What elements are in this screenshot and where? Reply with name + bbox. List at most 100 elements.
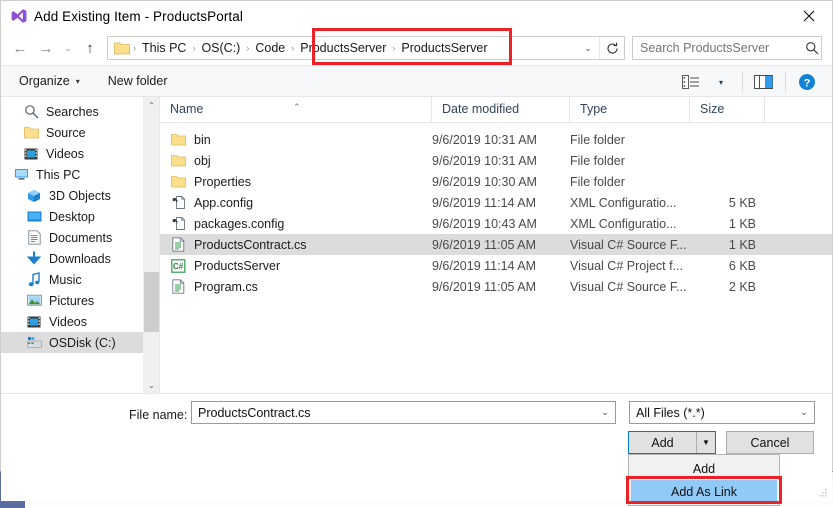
command-bar: Organize ▾ New folder ▾ ? — [1, 65, 832, 97]
table-row[interactable]: App.config 9/6/2019 11:14 AM XML Configu… — [160, 192, 832, 213]
breadcrumb-item-this-pc[interactable]: This PC — [137, 41, 191, 55]
file-name-cell: bin — [160, 132, 432, 148]
table-row[interactable]: obj 9/6/2019 10:31 AM File folder — [160, 150, 832, 171]
column-header-label: Name — [170, 102, 204, 116]
file-name-label: obj — [194, 153, 211, 168]
organize-label: Organize — [19, 74, 70, 88]
sidebar-scrollbar[interactable]: ⌃ ⌄ — [143, 97, 159, 393]
preview-pane-icon[interactable] — [749, 68, 779, 96]
sidebar-item-searches[interactable]: Searches — [1, 101, 143, 122]
file-size-cell: 5 KB — [728, 195, 756, 210]
sidebar-item-music[interactable]: Music — [1, 269, 143, 290]
back-icon[interactable]: ← — [7, 35, 33, 61]
sidebar-item-label: Source — [46, 125, 86, 140]
file-type-cell: File folder — [570, 132, 625, 147]
add-split-button[interactable]: Add ▼ — [628, 431, 716, 454]
file-size-cell: 2 KB — [728, 279, 756, 294]
menu-item-add-as-link[interactable]: Add As Link — [631, 480, 777, 503]
scrollbar-thumb[interactable] — [144, 272, 159, 332]
breadcrumb-item-code[interactable]: Code — [250, 41, 290, 55]
file-date-cell: 9/6/2019 10:43 AM — [432, 216, 537, 231]
file-date-cell: 9/6/2019 10:30 AM — [432, 174, 537, 189]
file-name-label: packages.config — [194, 216, 285, 231]
recent-locations-icon[interactable]: ⌄ — [59, 35, 77, 61]
search-box[interactable] — [632, 36, 822, 60]
table-row[interactable]: packages.config 9/6/2019 10:43 AM XML Co… — [160, 213, 832, 234]
organize-button[interactable]: Organize ▾ — [19, 74, 80, 88]
chevron-down-icon[interactable]: ⌄ — [577, 37, 599, 59]
sidebar-item-downloads[interactable]: Downloads — [1, 248, 143, 269]
file-name-combobox[interactable]: ⌄ — [191, 401, 616, 424]
cs-file-icon — [170, 237, 186, 253]
file-date-cell: 9/6/2019 10:31 AM — [432, 132, 537, 147]
forward-icon[interactable]: → — [33, 35, 59, 61]
table-row[interactable]: C# ProductsServer 9/6/2019 11:14 AM Visu… — [160, 255, 832, 276]
svg-text:C#: C# — [172, 262, 183, 271]
table-row[interactable]: Properties 9/6/2019 10:30 AM File folder — [160, 171, 832, 192]
resize-grip[interactable] — [816, 486, 828, 498]
navigation-bar: ← → ⌄ ↑ › This PC › OS(C:) › Code › Prod… — [1, 31, 832, 65]
table-row-selected[interactable]: ProductsContract.cs 9/6/2019 11:05 AM Vi… — [160, 234, 832, 255]
column-header-name[interactable]: Name ⌃ — [160, 97, 432, 122]
file-name-input[interactable] — [192, 404, 595, 421]
add-existing-item-dialog: Add Existing Item - ProductsPortal ← → ⌄… — [0, 0, 833, 501]
sidebar-item-3d-objects[interactable]: 3D Objects — [1, 185, 143, 206]
sidebar-item-osdisk[interactable]: OSDisk (C:) — [1, 332, 143, 353]
sidebar-item-desktop[interactable]: Desktop — [1, 206, 143, 227]
add-button[interactable]: Add — [629, 432, 697, 453]
file-type-cell: File folder — [570, 153, 625, 168]
sidebar-item-label: OSDisk (C:) — [49, 335, 116, 350]
list-view-icon[interactable] — [676, 68, 706, 96]
column-header-size[interactable]: Size — [690, 97, 765, 122]
table-row[interactable]: Program.cs 9/6/2019 11:05 AM Visual C# S… — [160, 276, 832, 297]
file-type-cell: File folder — [570, 174, 625, 189]
sidebar-item-label: 3D Objects — [49, 188, 111, 203]
file-name-cell: C# ProductsServer — [160, 258, 432, 274]
file-date-cell: 9/6/2019 10:31 AM — [432, 153, 537, 168]
sidebar-item-source[interactable]: Source — [1, 122, 143, 143]
music-icon — [26, 272, 42, 288]
sidebar-item-label: Music — [49, 272, 82, 287]
cancel-button[interactable]: Cancel — [726, 431, 814, 454]
file-type-filter-select[interactable]: All Files (*.*) ⌄ — [629, 401, 815, 424]
chevron-down-icon[interactable]: ⌄ — [595, 407, 615, 418]
breadcrumb-item-os-c[interactable]: OS(C:) — [196, 41, 245, 55]
sidebar-item-videos-user[interactable]: Videos — [1, 143, 143, 164]
scroll-down-icon[interactable]: ⌄ — [144, 377, 159, 393]
up-icon[interactable]: ↑ — [77, 35, 103, 61]
new-folder-button[interactable]: New folder — [108, 74, 168, 88]
search-icon[interactable] — [803, 41, 821, 55]
refresh-icon[interactable] — [599, 37, 624, 59]
file-type-filter-value: All Files (*.*) — [636, 405, 705, 420]
new-folder-label: New folder — [107, 74, 168, 88]
sidebar-item-this-pc[interactable]: This PC — [1, 164, 143, 185]
column-header-date-modified[interactable]: Date modified — [432, 97, 570, 122]
help-icon[interactable]: ? — [792, 68, 822, 96]
breadcrumb-item-productsserver-1[interactable]: ProductsServer — [295, 41, 391, 55]
add-dropdown-arrow-icon[interactable]: ▼ — [697, 432, 715, 453]
file-name-cell: App.config — [160, 195, 432, 211]
view-options-chevron-icon[interactable]: ▾ — [706, 68, 736, 96]
videos-icon — [23, 146, 39, 162]
search-input[interactable] — [633, 40, 803, 56]
sidebar-item-label: Videos — [49, 314, 87, 329]
column-header-type[interactable]: Type — [570, 97, 690, 122]
scroll-up-icon[interactable]: ⌃ — [144, 97, 159, 113]
close-icon[interactable] — [786, 1, 832, 31]
menu-item-add[interactable]: Add — [631, 457, 777, 480]
breadcrumb-item-productsserver-2[interactable]: ProductsServer — [396, 41, 492, 55]
table-row[interactable]: bin 9/6/2019 10:31 AM File folder — [160, 129, 832, 150]
file-name-cell: Properties — [160, 174, 432, 190]
navigation-tree: Searches Source Videos This PC 3D Object… — [1, 97, 143, 393]
file-type-cell: Visual C# Source F... — [570, 237, 687, 252]
sidebar-item-videos[interactable]: Videos — [1, 311, 143, 332]
sidebar-item-documents[interactable]: Documents — [1, 227, 143, 248]
cs-file-icon — [170, 279, 186, 295]
chevron-down-icon[interactable]: ⌄ — [794, 407, 814, 418]
toolbar-divider — [742, 72, 743, 92]
documents-icon — [26, 230, 42, 246]
file-name-label: Properties — [194, 174, 251, 189]
file-name-label: ProductsServer — [194, 258, 281, 273]
address-bar[interactable]: › This PC › OS(C:) › Code › ProductsServ… — [107, 36, 625, 60]
sidebar-item-pictures[interactable]: Pictures — [1, 290, 143, 311]
